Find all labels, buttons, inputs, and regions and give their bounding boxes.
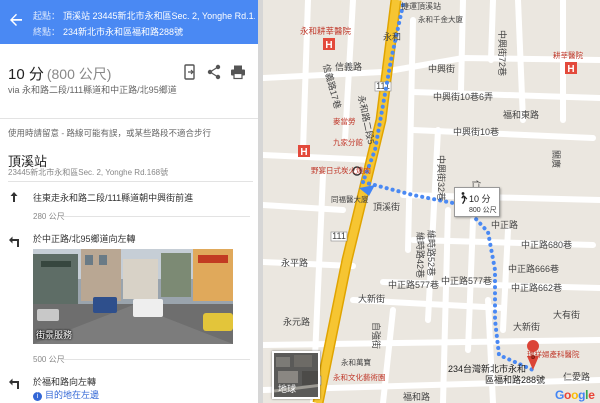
map-label: 永和萬寶 (341, 357, 371, 367)
origin-field[interactable]: 起點： 頂溪站 23445新北市永和區Sec. 2, Yonghe Rd.1... (33, 9, 255, 22)
walking-info-box[interactable]: 10 分 800 公尺 (454, 187, 500, 217)
turn-left-icon (8, 234, 20, 247)
map-label: 仁愛路 (563, 371, 590, 382)
map-label: 中正路 (491, 219, 518, 230)
map-label: 麥當勞 (333, 116, 356, 126)
destination-field[interactable]: 終點： 234新北市永和區福和路288號 (33, 25, 255, 38)
map-label: 中興街72巷 (497, 30, 508, 76)
destination-field-value: 234新北市永和區福和路288號 (63, 27, 184, 37)
route-via: via 永和路二段/111縣道和中正路/北95鄉道 (8, 85, 177, 95)
map-label: 中興街10巷6弄 (433, 91, 493, 102)
directions-panel: 起點： 頂溪站 23445新北市永和區Sec. 2, Yonghe Rd.1...… (0, 0, 258, 403)
info-icon: i (33, 392, 42, 401)
map-label: 永平路 (281, 257, 308, 268)
map-label: 永元路 (283, 316, 310, 327)
street-view-thumbnail[interactable]: 街景服務 (33, 249, 233, 344)
divider (60, 359, 250, 360)
map-label: 中興街32巷 (436, 155, 447, 201)
google-logo-letter: G (555, 388, 565, 402)
map-label: 同福醫大廈 (331, 194, 369, 204)
route-duration: 10 分 (800 公尺) (8, 63, 111, 84)
origin-field-value: 頂溪站 23445新北市永和區Sec. 2, Yonghe Rd.1... (63, 11, 255, 21)
map-canvas[interactable]: 111 111 111 H H H 捷運頂溪站 永和千金大廈 永和耕莘醫院 耕莘… (263, 0, 600, 403)
map-label: 中正路577巷 (388, 279, 439, 290)
walk-time: 10 分 (469, 194, 491, 204)
route-summary: 10 分 (800 公尺) via 永和路二段/111縣道和中正路/北95鄉道 (0, 44, 258, 119)
hospital-icon: H (300, 147, 307, 158)
map-label: 耕莘醫院 (553, 50, 583, 60)
map-label: 永和 (383, 31, 401, 42)
earth-view-toggle[interactable]: 地球 (272, 351, 320, 399)
map-label: 信義路 (335, 61, 362, 72)
map-label: 永和耕莘醫院 (300, 26, 352, 36)
divider (60, 216, 250, 217)
map-label: 維時路42巷 (415, 232, 426, 278)
map-label: 頂溪街 (373, 201, 400, 212)
send-to-phone-icon[interactable] (182, 64, 198, 80)
map-label: 捷運頂溪站 (401, 1, 441, 11)
duration-text: 10 分 (8, 66, 44, 83)
street-view-label: 街景服務 (36, 330, 73, 340)
turn-left-icon (8, 376, 20, 389)
hospital-icon: H (325, 40, 332, 51)
origin-field-label: 起點： (33, 11, 61, 21)
earth-view-label: 地球 (278, 384, 297, 394)
destination-field-label: 終點： (33, 27, 61, 37)
walking-warning: 使用時請留意 - 路線可能有誤，或某些路段不適合步行 (8, 128, 212, 138)
map-label: 大新街 (358, 293, 385, 304)
google-logo: Google (555, 388, 595, 402)
share-icon[interactable] (206, 64, 222, 80)
origin-address: 23445新北市永和區Sec. 2, Yonghe Rd.168號 (8, 168, 169, 177)
step-3-text[interactable]: 於福和路向左轉 (33, 375, 96, 388)
map-label: 維時路52巷 (426, 230, 437, 276)
walk-distance: 800 公尺 (469, 207, 497, 214)
step-2-text[interactable]: 於中正路/北95鄉道向左轉 (33, 232, 136, 245)
road-shield-111: 111 (332, 231, 346, 241)
map-label: 中正路577巷 (441, 275, 492, 286)
map-label: 中興街10巷 (453, 126, 499, 137)
map-label: 大新街 (513, 321, 540, 332)
map-label: 瑞祥婦產科醫院 (527, 349, 580, 359)
hospital-icon: H (567, 64, 574, 75)
straight-arrow-icon (8, 190, 20, 202)
map-label: 永和文化藝術園 (333, 372, 386, 382)
step-1-text[interactable]: 往東走永和路二段/111縣道朝中興街前進 (33, 191, 193, 204)
map-label: 永和千金大廈 (418, 14, 463, 24)
divider (8, 181, 253, 182)
destination-note-text: 目的地在左邊 (45, 390, 100, 400)
destination-note: i 目的地在左邊 (33, 388, 99, 401)
map-label: 自強街 (371, 322, 382, 349)
map-label: 關廣 (551, 150, 562, 168)
destination-map-label: 234台灣新北市永和 (448, 363, 526, 374)
google-logo-letter: e (588, 388, 595, 402)
map-drawing: 111 111 111 H H H 捷運頂溪站 永和千金大廈 永和耕莘醫院 耕莘… (263, 0, 600, 403)
map-label: 中正路662巷 (511, 282, 562, 293)
map-label: 野宴日式炭火燒肉 (311, 165, 371, 175)
destination-map-label: 區福和路288號 (485, 374, 545, 385)
map-label: 中正路666巷 (508, 263, 559, 274)
print-icon[interactable] (230, 64, 246, 80)
map-label: 福和東路 (503, 109, 539, 120)
back-arrow-icon[interactable] (6, 10, 26, 30)
distance-text: (800 公尺) (46, 66, 112, 82)
map-label: 中興街 (428, 63, 455, 74)
route-header: 起點： 頂溪站 23445新北市永和區Sec. 2, Yonghe Rd.1...… (0, 0, 258, 44)
map-label: 中正路680巷 (521, 239, 572, 250)
map-label: 九家分館 (333, 137, 363, 147)
map-label: 福和路 (403, 391, 430, 402)
map-label: 大有街 (553, 309, 580, 320)
